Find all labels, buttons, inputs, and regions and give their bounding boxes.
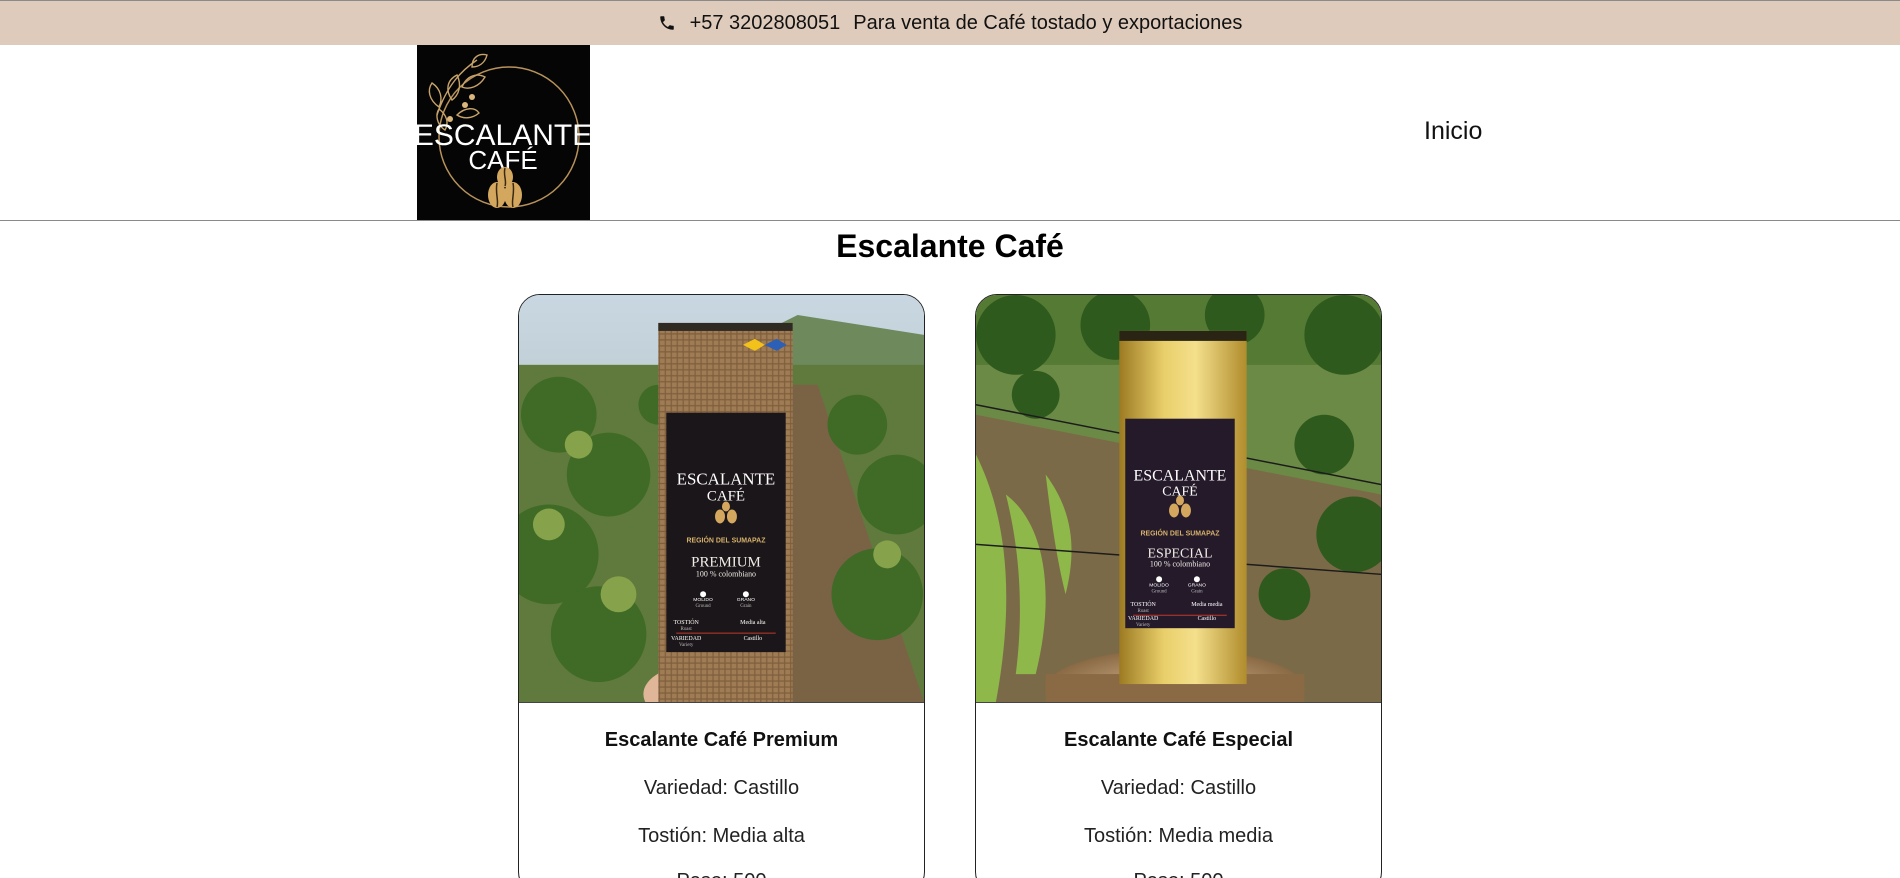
- bag-variety-sub: Variety: [1136, 623, 1151, 628]
- bag-opt1-sub: Ground: [1152, 589, 1168, 594]
- product-card-premium[interactable]: ESCALANTE CAFÉ REGIÓN DEL SUMAPAZ PREMIU…: [518, 294, 925, 878]
- product-weight: Peso: 500: [976, 870, 1381, 878]
- bag-origin: 100 % colombiano: [1150, 559, 1210, 568]
- product-roast: Tostión: Media alta: [638, 825, 805, 847]
- product-name: Escalante Café Especial: [1063, 729, 1293, 751]
- site-header: ESCALANTE CAFÉ Inicio: [0, 45, 1900, 221]
- contact-message: Para venta de Café tostado y exportacion…: [853, 11, 1243, 34]
- bag-opt1-sub: Ground: [696, 604, 712, 609]
- phone-icon: [658, 14, 676, 32]
- bag-opt2: GRANO: [1188, 582, 1206, 588]
- top-contact-bar: +57 3202808051 Para venta de Café tostad…: [0, 0, 1900, 45]
- bag-opt2: GRANO: [737, 597, 755, 603]
- product-roast: Tostión: Media media: [1084, 825, 1273, 847]
- product-variety: Variedad: Castillo: [643, 777, 800, 799]
- product-photo-premium[interactable]: ESCALANTE CAFÉ REGIÓN DEL SUMAPAZ PREMIU…: [519, 295, 924, 703]
- bag-roast-value: Media media: [1191, 602, 1223, 608]
- bag-opt1: MOLIDO: [693, 597, 713, 603]
- bag-variety-label: VARIEDAD: [1128, 616, 1159, 622]
- bag-roast-label: TOSTIÓN: [673, 618, 699, 626]
- product-weight: Peso: 500: [519, 870, 924, 878]
- nav-inicio-link[interactable]: Inicio: [1424, 117, 1482, 146]
- bag-roast-value: Media alta: [740, 620, 766, 626]
- bag-brand-line1: ESCALANTE: [1134, 468, 1227, 485]
- site-logo[interactable]: ESCALANTE CAFÉ: [417, 45, 590, 220]
- bag-opt2-sub: Grain: [740, 604, 752, 609]
- bag-variety-value: Castillo: [744, 636, 763, 642]
- product-name: Escalante Café Premium: [604, 729, 839, 751]
- bag-grade: PREMIUM: [691, 554, 761, 570]
- bag-opt2-sub: Grain: [1191, 589, 1203, 594]
- bag-origin: 100 % colombiano: [696, 569, 756, 578]
- bag-variety-label: VARIEDAD: [671, 636, 702, 642]
- bag-region: REGIÓN DEL SUMAPAZ: [1140, 528, 1220, 537]
- bag-brand-line1: ESCALANTE: [677, 470, 776, 489]
- product-card-especial[interactable]: ESCALANTE CAFÉ REGIÓN DEL SUMAPAZ ESPECI…: [975, 294, 1382, 878]
- bag-variety-value: Castillo: [1198, 616, 1217, 622]
- product-variety: Variedad: Castillo: [1100, 777, 1257, 799]
- contact-phone: +57 3202808051: [689, 11, 841, 34]
- bag-region: REGIÓN DEL SUMAPAZ: [686, 535, 766, 544]
- product-photo-especial[interactable]: ESCALANTE CAFÉ REGIÓN DEL SUMAPAZ ESPECI…: [976, 295, 1381, 703]
- bag-roast-sub: Roast: [681, 627, 693, 632]
- bag-opt1: MOLIDO: [1149, 582, 1169, 588]
- bag-roast-label: TOSTIÓN: [1130, 600, 1156, 608]
- page-title: Escalante Café: [836, 228, 1064, 264]
- bag-variety-sub: Variety: [679, 643, 694, 648]
- bag-roast-sub: Roast: [1138, 609, 1150, 614]
